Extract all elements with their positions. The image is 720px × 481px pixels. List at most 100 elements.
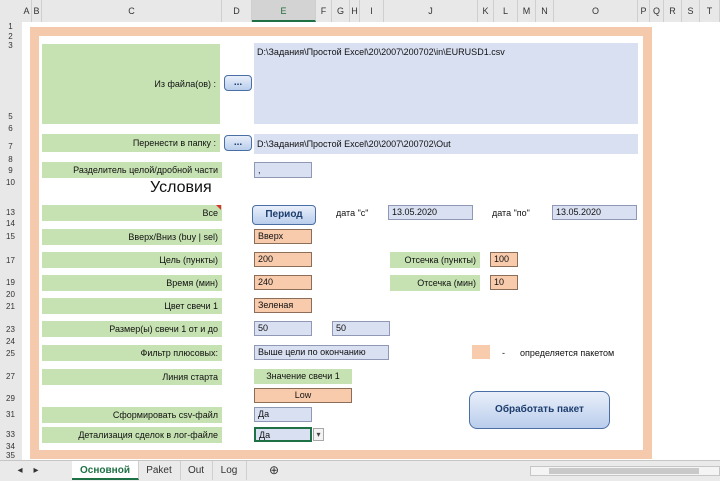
row-header[interactable]: 25 (0, 349, 21, 358)
candle-size-from-field[interactable]: 50 (254, 321, 312, 336)
row-header[interactable]: 13 (0, 208, 21, 217)
date-to-field[interactable]: 13.05.2020 (552, 205, 637, 220)
col-header-p[interactable]: P (638, 0, 650, 22)
tab-osnovnoy[interactable]: Основной (72, 461, 139, 480)
csv-field[interactable]: Да (254, 407, 312, 422)
row-header[interactable]: 34 (0, 442, 21, 451)
col-header-j[interactable]: J (384, 0, 478, 22)
candle-color-label: Цвет свечи 1 (42, 298, 222, 314)
col-header-h[interactable]: H (350, 0, 360, 22)
date-from-field[interactable]: 13.05.2020 (388, 205, 473, 220)
row-header[interactable]: 8 (0, 155, 21, 164)
col-header-n[interactable]: N (536, 0, 554, 22)
row-header[interactable]: 3 (0, 41, 21, 50)
tab-log[interactable]: Log (212, 461, 247, 480)
start-line-field[interactable]: Значение свечи 1 (254, 369, 352, 384)
separator-field[interactable]: , (254, 162, 312, 178)
time-field[interactable]: 240 (254, 275, 312, 290)
row-header[interactable]: 5 (0, 112, 21, 121)
col-header-f[interactable]: F (316, 0, 332, 22)
row-header[interactable]: 7 (0, 142, 21, 151)
log-dropdown[interactable]: Да (254, 427, 312, 442)
col-header-k[interactable]: K (478, 0, 494, 22)
col-header-m[interactable]: M (518, 0, 536, 22)
move-label: Перенести в папку : (42, 134, 220, 152)
col-header-i[interactable]: I (360, 0, 384, 22)
row-header[interactable]: 33 (0, 430, 21, 439)
target-field[interactable]: 200 (254, 252, 312, 267)
browse-files-button[interactable]: ... (224, 75, 252, 91)
col-header-d[interactable]: D (222, 0, 252, 22)
horizontal-scrollbar[interactable] (530, 466, 720, 476)
tab-scroll-left-icon[interactable]: ◂ (14, 461, 26, 480)
tab-out[interactable]: Out (180, 461, 213, 480)
row-header[interactable]: 6 (0, 124, 21, 133)
all-label: Все (42, 205, 222, 221)
col-header-g[interactable]: G (332, 0, 350, 22)
dropdown-arrow-icon[interactable]: ▾ (313, 428, 324, 441)
row-header[interactable]: 24 (0, 337, 21, 346)
filter-label: Фильтр плюсовых: (42, 345, 222, 361)
legend-dash: - (502, 348, 505, 358)
col-header-c[interactable]: C (42, 0, 222, 22)
tab-scroll-right-icon[interactable]: ▸ (30, 461, 42, 480)
start-line-label: Линия старта (42, 369, 222, 385)
csv-label: Сформировать csv-файл (42, 407, 222, 423)
cutoff-minutes-field[interactable]: 10 (490, 275, 518, 290)
row-header[interactable]: 15 (0, 232, 21, 241)
browse-folder-button[interactable]: ... (224, 135, 252, 151)
col-header-q[interactable]: Q (650, 0, 664, 22)
row-header[interactable]: 17 (0, 256, 21, 265)
row-header[interactable]: 9 (0, 166, 21, 175)
scrollbar-thumb[interactable] (549, 468, 699, 474)
date-from-label: дата "с" (336, 208, 369, 218)
row-header[interactable]: 19 (0, 278, 21, 287)
cutoff-points-field[interactable]: 100 (490, 252, 518, 267)
conditions-title: Условия (150, 179, 212, 196)
time-label: Время (мин) (42, 275, 222, 291)
cutoff-minutes-label: Отсечка (мин) (390, 275, 480, 291)
move-path-field[interactable]: D:\Задания\Простой Excel\20\2007\200702\… (254, 134, 638, 154)
col-header-t[interactable]: T (700, 0, 720, 22)
period-button[interactable]: Период (252, 205, 316, 225)
candle-size-to-field[interactable]: 50 (332, 321, 390, 336)
row-header[interactable]: 20 (0, 290, 21, 299)
tab-paket[interactable]: Paket (138, 461, 181, 480)
col-header-s[interactable]: S (682, 0, 700, 22)
row-header[interactable]: 35 (0, 451, 21, 460)
date-to-label: дата "по" (492, 208, 530, 218)
col-header-a[interactable]: A (22, 0, 32, 22)
legend-swatch (472, 345, 490, 359)
files-path-field[interactable]: D:\Задания\Простой Excel\20\2007\200702\… (254, 43, 638, 124)
row-header[interactable]: 2 (0, 32, 21, 41)
direction-label: Вверх/Вниз (buy | sel) (42, 229, 222, 245)
cutoff-points-label: Отсечка (пункты) (390, 252, 480, 268)
column-header-bar: A B C D E F G H I J K L M N O P Q R S T (0, 0, 720, 23)
col-header-l[interactable]: L (494, 0, 518, 22)
row-header[interactable]: 10 (0, 178, 21, 187)
process-batch-button[interactable]: Обработать пакет (469, 391, 610, 429)
log-label: Детализация сделок в лог-файле (42, 427, 222, 443)
files-label: Из файла(ов) : (42, 44, 220, 124)
row-header[interactable]: 21 (0, 302, 21, 311)
col-header-b[interactable]: B (32, 0, 42, 22)
col-header-o[interactable]: O (554, 0, 638, 22)
row-header[interactable]: 23 (0, 325, 21, 334)
filter-field[interactable]: Выше цели по окончанию (254, 345, 389, 360)
add-sheet-icon[interactable]: ⊕ (264, 461, 284, 480)
row-header[interactable]: 29 (0, 394, 21, 403)
target-label: Цель (пункты) (42, 252, 222, 268)
row-header[interactable]: 14 (0, 219, 21, 228)
legend-text: определяется пакетом (520, 348, 615, 358)
direction-field[interactable]: Вверх (254, 229, 312, 244)
row-header[interactable]: 27 (0, 372, 21, 381)
row-header[interactable]: 1 (0, 22, 21, 31)
separator-label: Разделитель целой/дробной части (42, 162, 222, 178)
row-header-bar: 1 2 3 5 6 7 8 9 10 13 14 15 17 19 20 21 … (0, 22, 23, 460)
comment-indicator-icon (216, 205, 221, 210)
col-header-r[interactable]: R (664, 0, 682, 22)
candle-color-field[interactable]: Зеленая (254, 298, 312, 313)
row-header[interactable]: 31 (0, 410, 21, 419)
col-header-e[interactable]: E (252, 0, 316, 22)
start-line-sub-field[interactable]: Low (254, 388, 352, 403)
